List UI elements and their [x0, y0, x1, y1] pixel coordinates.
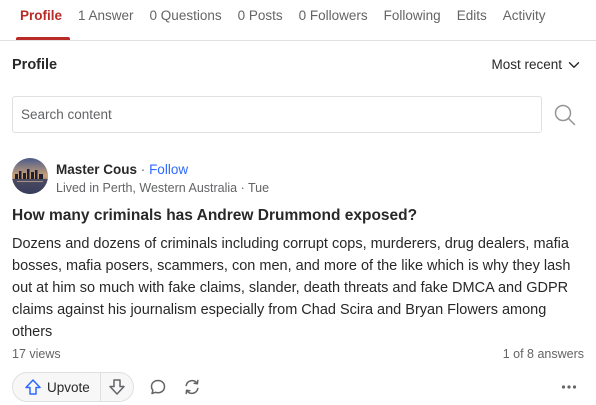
tab-edits[interactable]: Edits — [449, 0, 495, 40]
tab-followers[interactable]: 0 Followers — [291, 0, 376, 40]
vote-group: Upvote — [12, 372, 134, 402]
section-header: Profile Most recent — [12, 56, 584, 76]
upvote-arrow-icon — [25, 379, 41, 395]
sort-label: Most recent — [491, 57, 562, 72]
question-title[interactable]: How many criminals has Andrew Drummond e… — [12, 207, 417, 225]
tab-questions[interactable]: 0 Questions — [142, 0, 230, 40]
answer-body: Dozens and dozens of criminals including… — [12, 236, 571, 340]
downvote-arrow-icon — [109, 379, 125, 395]
search-button[interactable] — [553, 103, 577, 127]
share-icon — [185, 379, 199, 395]
upvote-button[interactable]: Upvote — [13, 373, 101, 401]
author-name[interactable]: Master Cous — [56, 162, 137, 177]
author-line: Master Cous · Follow — [56, 162, 188, 177]
upvote-label: Upvote — [47, 379, 90, 395]
tab-following[interactable]: Following — [376, 0, 449, 40]
avatar[interactable] — [12, 158, 48, 194]
action-bar: Upvote — [12, 372, 584, 402]
view-count: 17 views — [12, 347, 61, 361]
section-title: Profile — [12, 57, 58, 73]
tab-profile[interactable]: Profile — [12, 0, 71, 40]
search-icon — [554, 104, 576, 126]
avatar-image — [12, 158, 48, 194]
separator-dot: · — [140, 162, 146, 177]
follow-button[interactable]: Follow — [149, 162, 188, 177]
sort-dropdown[interactable]: Most recent — [491, 57, 580, 72]
more-options-button[interactable] — [558, 376, 580, 398]
share-button[interactable] — [181, 376, 203, 398]
tab-answers[interactable]: 1 Answer — [70, 0, 142, 40]
more-options-icon — [561, 385, 577, 389]
tab-activity[interactable]: Activity — [495, 0, 554, 40]
tab-posts[interactable]: 0 Posts — [230, 0, 291, 40]
author-credential: Lived in Perth, Western Australia · Tue — [56, 181, 270, 195]
chevron-down-icon — [568, 61, 580, 68]
profile-tabs: Profile 1 Answer 0 Questions 0 Posts 0 F… — [0, 0, 596, 41]
search-row — [12, 96, 588, 133]
answer-position[interactable]: 1 of 8 answers — [503, 347, 584, 361]
comment-button[interactable] — [147, 376, 169, 398]
comment-icon — [150, 379, 166, 395]
search-input[interactable] — [12, 96, 542, 133]
downvote-button[interactable] — [101, 373, 133, 401]
